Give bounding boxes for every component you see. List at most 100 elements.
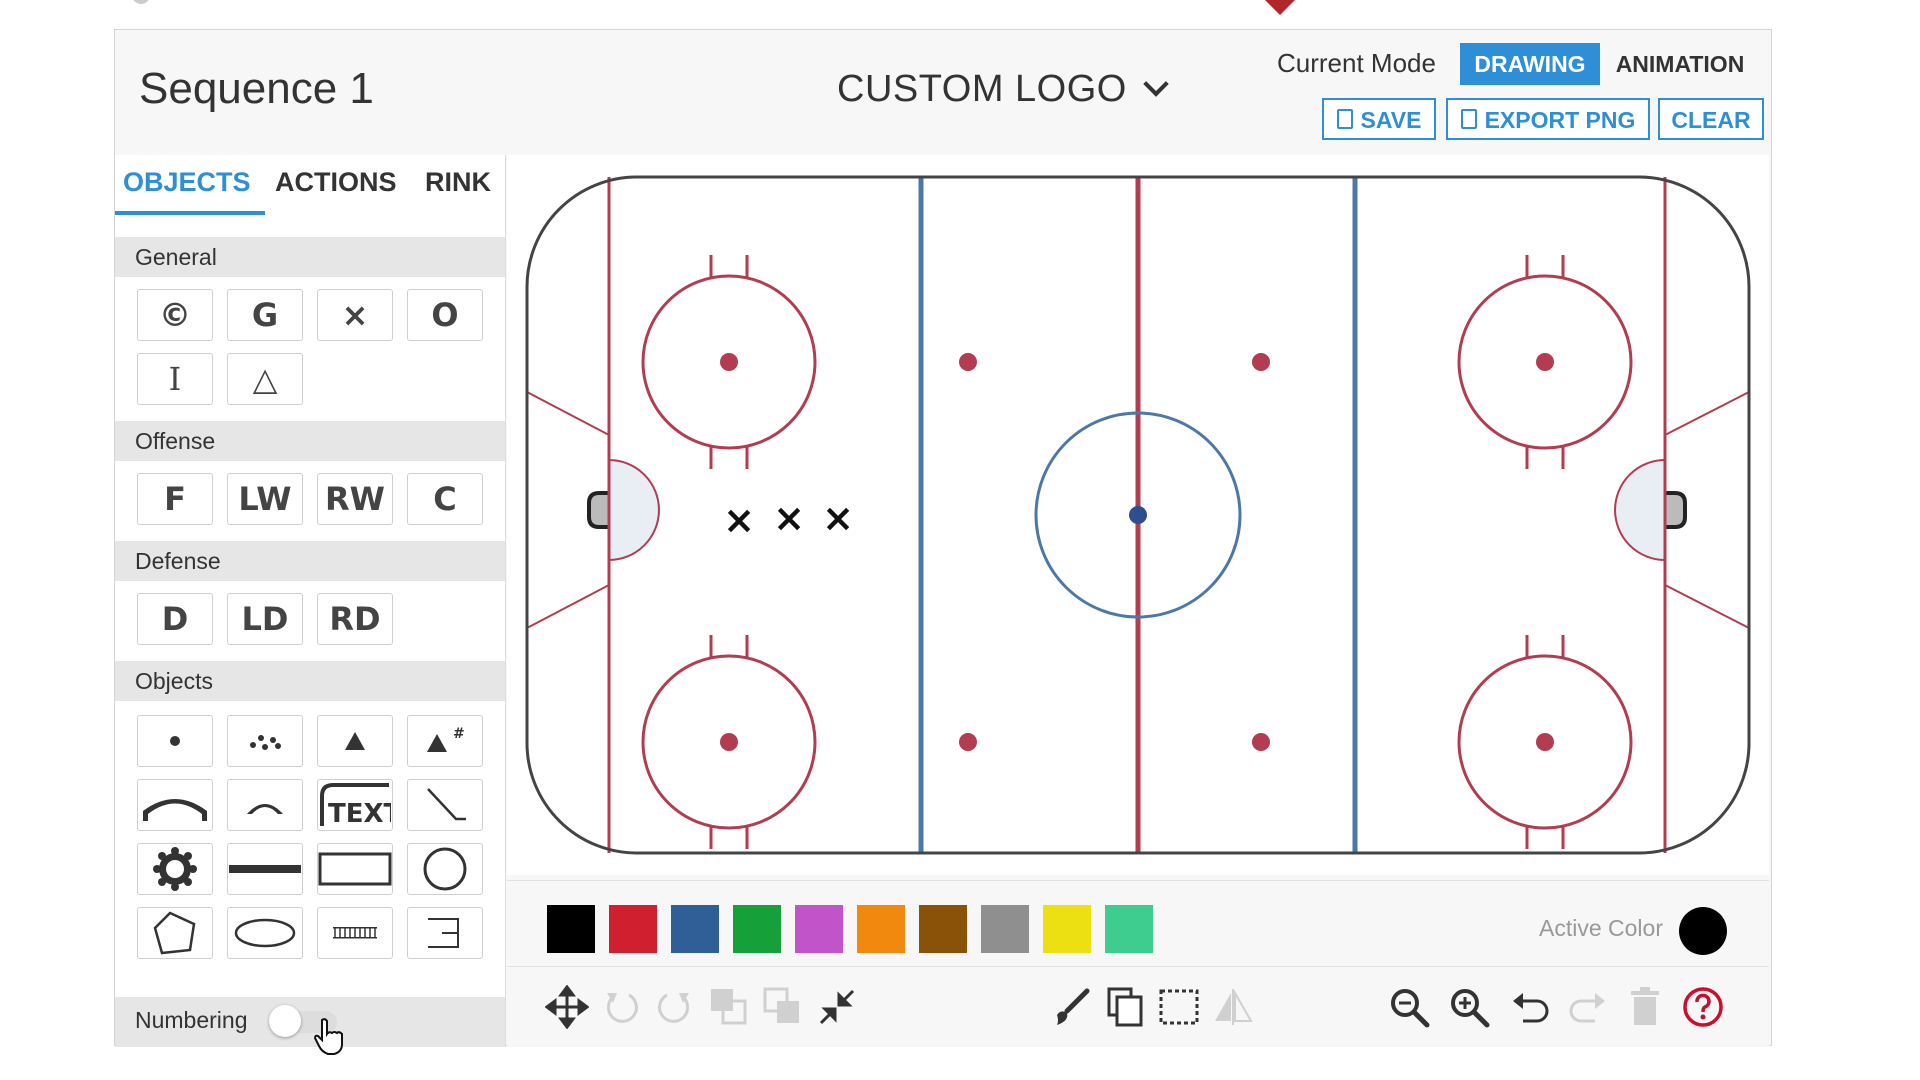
drawing-mode-button[interactable]: DRAWING	[1460, 43, 1600, 85]
rotate-right-icon[interactable]	[653, 985, 697, 1029]
active-tab-indicator	[115, 211, 265, 215]
export-png-button[interactable]: EXPORT PNG	[1446, 98, 1650, 140]
redo-icon[interactable]	[1565, 985, 1609, 1029]
tool-cone[interactable]	[317, 715, 393, 767]
numbered-cone-icon: #	[427, 726, 465, 752]
logo-select-label: CUSTOM LOGO	[837, 68, 1127, 110]
section-offense: Offense	[115, 421, 505, 461]
tool-center-label: C	[433, 480, 457, 518]
tab-objects[interactable]: OBJECTS	[123, 167, 251, 198]
tool-line[interactable]	[227, 843, 303, 895]
swatch-yellow[interactable]	[1043, 905, 1091, 953]
tire-icon	[153, 847, 197, 891]
tab-actions[interactable]: ACTIONS	[275, 167, 397, 198]
move-icon[interactable]	[545, 985, 589, 1029]
brush-icon[interactable]	[1049, 985, 1093, 1029]
tool-text[interactable]: TEXT	[317, 779, 393, 831]
text-tool-icon: TEXT	[320, 783, 391, 828]
logo-select[interactable]: CUSTOM LOGO	[837, 68, 1169, 111]
number-marker: #	[453, 726, 465, 742]
tool-pucks[interactable]	[227, 715, 303, 767]
tool-net[interactable]	[317, 907, 393, 959]
tool-puck[interactable]	[137, 715, 213, 767]
rink-canvas[interactable]: × × ×	[507, 155, 1769, 875]
help-icon[interactable]	[1681, 985, 1725, 1029]
rectangle-icon	[318, 852, 392, 886]
flip-icon[interactable]	[1211, 985, 1255, 1029]
tool-defense[interactable]: D	[137, 593, 213, 645]
tool-pentagon[interactable]	[137, 907, 213, 959]
swatch-black[interactable]	[547, 905, 595, 953]
swatch-orange[interactable]	[857, 905, 905, 953]
tool-coach[interactable]: ©	[137, 289, 213, 341]
swatch-purple[interactable]	[795, 905, 843, 953]
tool-d-label: D	[161, 600, 189, 638]
tool-forward[interactable]: F	[137, 473, 213, 525]
rotate-left-icon[interactable]	[599, 985, 643, 1029]
warning-marker-icon	[1263, 0, 1297, 15]
tool-left-defense[interactable]: LD	[227, 593, 303, 645]
copy-icon[interactable]	[1103, 985, 1147, 1029]
tool-rectangle[interactable]	[317, 843, 393, 895]
tool-o-label: O	[431, 296, 459, 334]
tool-right-defense[interactable]: RD	[317, 593, 393, 645]
background-instruction-strip	[0, 0, 1920, 15]
undo-icon[interactable]	[1509, 985, 1553, 1029]
tool-ld-label: LD	[241, 600, 289, 638]
animation-mode-button[interactable]: ANIMATION	[1610, 43, 1750, 85]
active-color-label: Active Color	[1539, 915, 1663, 941]
tool-left-wing[interactable]: LW	[227, 473, 303, 525]
tool-x-player[interactable]: ×	[317, 289, 393, 341]
tool-center[interactable]: C	[407, 473, 483, 525]
diagram-editor: Sequence 1 CUSTOM LOGO Current Mode DRAW…	[114, 29, 1772, 1047]
clear-button[interactable]: CLEAR	[1658, 98, 1764, 140]
tool-right-wing[interactable]: RW	[317, 473, 393, 525]
zoom-out-icon[interactable]	[1387, 985, 1431, 1029]
tab-rink[interactable]: RINK	[425, 167, 491, 198]
tool-o-player[interactable]: O	[407, 289, 483, 341]
net-icon	[333, 927, 377, 939]
right-goal-crease	[1614, 458, 1666, 562]
large-arc-icon	[143, 799, 207, 821]
tool-goal-frame[interactable]	[407, 907, 483, 959]
trash-icon[interactable]	[1623, 985, 1667, 1029]
tool-instructor-label: I	[168, 360, 182, 398]
swatch-red[interactable]	[609, 905, 657, 953]
tool-large-arc[interactable]	[137, 779, 213, 831]
toggle-knob[interactable]	[269, 1005, 301, 1037]
step-marker-icon	[132, 0, 150, 4]
bring-forward-icon[interactable]	[761, 985, 805, 1029]
save-button[interactable]: SAVE	[1322, 98, 1436, 140]
editor-header: Sequence 1 CUSTOM LOGO Current Mode DRAW…	[115, 30, 1771, 152]
circle-icon	[423, 847, 467, 891]
tool-numbered-cone[interactable]: #	[407, 715, 483, 767]
tool-triangle[interactable]: △	[227, 353, 303, 405]
tool-goalie[interactable]: G	[227, 289, 303, 341]
placed-x-player[interactable]: ×	[822, 496, 854, 540]
tool-ellipse[interactable]	[227, 907, 303, 959]
tool-instructor[interactable]: I	[137, 353, 213, 405]
left-goal-crease	[608, 458, 660, 562]
export-button-label: EXPORT PNG	[1484, 107, 1636, 133]
select-icon[interactable]	[1157, 985, 1201, 1029]
swatch-blue[interactable]	[671, 905, 719, 953]
save-button-label: SAVE	[1360, 107, 1422, 133]
send-backward-icon[interactable]	[707, 985, 751, 1029]
section-objects: Objects	[115, 661, 505, 701]
swatch-brown[interactable]	[919, 905, 967, 953]
swatch-teal[interactable]	[1105, 905, 1153, 953]
hockey-rink[interactable]: × × ×	[507, 155, 1769, 875]
active-color-indicator	[1679, 907, 1727, 955]
swatch-gray[interactable]	[981, 905, 1029, 953]
tool-small-arc[interactable]	[227, 779, 303, 831]
placed-x-player[interactable]: ×	[723, 498, 755, 542]
tool-tire[interactable]	[137, 843, 213, 895]
shrink-icon[interactable]	[815, 985, 859, 1029]
tool-circle[interactable]	[407, 843, 483, 895]
sequence-title[interactable]: Sequence 1	[139, 64, 374, 114]
placed-x-player[interactable]: ×	[773, 496, 805, 540]
swatch-green[interactable]	[733, 905, 781, 953]
tool-stick[interactable]	[407, 779, 483, 831]
zoom-in-icon[interactable]	[1447, 985, 1491, 1029]
tool-rd-label: RD	[329, 600, 381, 638]
